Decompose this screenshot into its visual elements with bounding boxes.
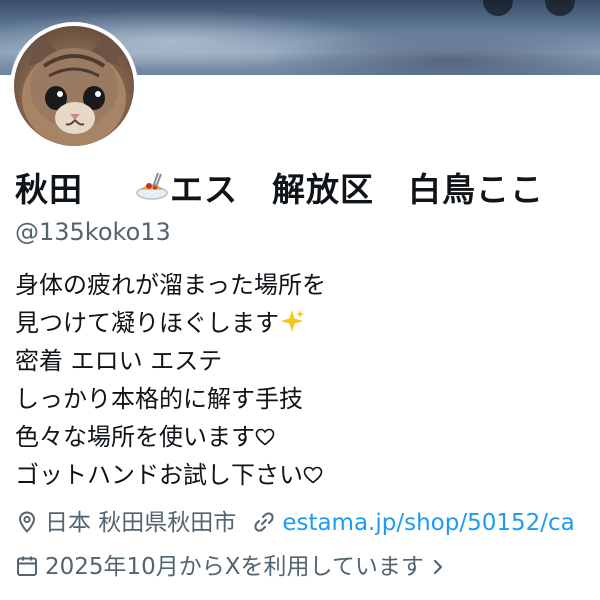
profile-bio: 身体の疲れが溜まった場所を 見つけて凝りほぐします 密着 エロい エステ しっか…	[15, 266, 595, 494]
website-text[interactable]: estama.jp/shop/50152/ca	[282, 510, 574, 536]
bio-line: しっかり本格的に解す手技	[15, 385, 303, 413]
bio-line: ゴットハンドお試し下さい	[15, 456, 595, 494]
link-icon	[252, 510, 276, 534]
profile-handle: @135koko13	[15, 218, 171, 246]
profile-joined-row[interactable]: 2025年10月からXを利用しています	[15, 550, 600, 584]
profile-display-name: 秋田 エス 解放区 白鳥ここ	[15, 168, 595, 212]
avatar[interactable]	[10, 22, 138, 150]
location-pin-icon	[15, 510, 39, 534]
heart-outline-icon	[303, 457, 323, 484]
avatar-image	[14, 26, 134, 146]
banner-action-button-right[interactable]	[545, 0, 575, 16]
bio-line: 色々な場所を使います	[15, 418, 595, 456]
banner-action-button-left[interactable]	[483, 0, 513, 16]
bio-line-text: 色々な場所を使います	[15, 423, 255, 451]
bio-line: 身体の疲れが溜まった場所を	[15, 271, 327, 299]
joined-text: 2025年10月からXを利用しています	[45, 554, 424, 580]
sparkles-icon	[279, 307, 305, 333]
profile-meta-row: 日本 秋田県秋田市 estama.jp/shop/50152/ca	[15, 506, 600, 540]
profile-page: 秋田 エス 解放区 白鳥ここ @135koko13 身体の疲れが溜まった場所を …	[0, 0, 600, 600]
bio-line-text: 見つけて凝りほぐします	[15, 309, 279, 337]
display-name-part2: エス 解放区 白鳥ここ	[170, 170, 544, 209]
display-name-part1: 秋田	[15, 170, 83, 209]
calendar-icon	[15, 554, 39, 578]
location-text: 日本 秋田県秋田市	[45, 510, 237, 536]
spaghetti-icon	[134, 169, 170, 205]
heart-outline-icon	[255, 419, 275, 446]
bio-line: 密着 エロい エステ	[15, 347, 223, 375]
bio-line-text: ゴットハンドお試し下さい	[15, 461, 303, 489]
chevron-right-icon[interactable]	[430, 553, 446, 575]
bio-line: 見つけて凝りほぐします	[15, 304, 595, 342]
website-link[interactable]: estama.jp/shop/50152/ca	[252, 506, 575, 540]
